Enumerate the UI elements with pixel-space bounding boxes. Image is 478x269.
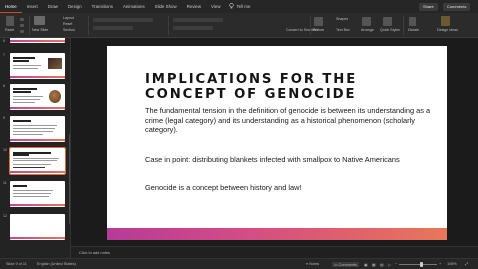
- slideshow-icon[interactable]: ▷: [388, 262, 391, 267]
- design-ideas-icon[interactable]: [441, 16, 450, 26]
- notes-toggle[interactable]: ≡ Notes: [306, 262, 319, 266]
- picture-label: Picture: [313, 28, 325, 32]
- comment-icon: ▭: [334, 263, 338, 267]
- thumbnail-slide-9[interactable]: 9: [0, 116, 70, 144]
- text-box-button[interactable]: Text Box: [336, 28, 350, 32]
- thumbnail-number: 12: [3, 214, 7, 218]
- arrange-icon[interactable]: [362, 17, 371, 26]
- picture-icon[interactable]: [314, 17, 323, 26]
- selected-thumbnail[interactable]: [9, 147, 66, 175]
- tell-me-label: Tell me: [236, 4, 251, 9]
- tab-animations[interactable]: Animations: [118, 0, 150, 13]
- dictate-icon[interactable]: [409, 17, 416, 26]
- zoom-slider[interactable]: [399, 264, 437, 265]
- thumbnail-number: 6: [3, 39, 5, 43]
- thumbnail-slide-7[interactable]: 7: [0, 53, 70, 81]
- slide-body-paragraph-3[interactable]: Genocide is a concept between history an…: [145, 183, 437, 193]
- layout-button[interactable]: Layout: [63, 16, 74, 20]
- quick-styles-icon[interactable]: [383, 17, 392, 26]
- slide-body-paragraph-2[interactable]: Case in point: distributing blankets inf…: [145, 155, 437, 165]
- thumbnail-slide-11[interactable]: 11: [0, 181, 70, 209]
- lightbulb-icon: [229, 3, 235, 10]
- reset-button[interactable]: Reset: [63, 22, 72, 26]
- slide-editor: IMPLICATIONS FOR THE CONCEPT OF GENOCIDE…: [71, 38, 478, 258]
- thumbnail-number: 7: [3, 53, 5, 57]
- thumbnail-slide-8[interactable]: 8: [0, 84, 70, 112]
- zoom-in-icon[interactable]: +: [439, 262, 441, 266]
- thumbnail-slide-10[interactable]: 10: [0, 147, 70, 176]
- status-bar: Slide 9 of 11 English (United States) ≡ …: [0, 258, 478, 269]
- design-ideas-label: Design Ideas: [437, 28, 458, 32]
- tab-slide-show[interactable]: Slide Show: [150, 0, 182, 13]
- tab-review[interactable]: Review: [182, 0, 206, 13]
- font-format-group[interactable]: [93, 26, 133, 30]
- copy-icon[interactable]: [20, 24, 24, 27]
- tab-design[interactable]: Design: [63, 0, 87, 13]
- font-name-select[interactable]: [93, 18, 153, 22]
- dictate-label: Dictate: [408, 28, 420, 32]
- slide-title[interactable]: IMPLICATIONS FOR THE CONCEPT OF GENOCIDE: [145, 72, 435, 102]
- tab-insert[interactable]: Insert: [22, 0, 43, 13]
- tab-view[interactable]: View: [206, 0, 225, 13]
- slide-accent-bar: [107, 228, 447, 240]
- slide-position: Slide 9 of 11: [6, 262, 27, 266]
- slide-body-paragraph-1[interactable]: The fundamental tension in the definitio…: [145, 106, 437, 135]
- zoom-slider-knob[interactable]: [420, 262, 423, 267]
- tab-draw[interactable]: Draw: [43, 0, 63, 13]
- section-button[interactable]: Section: [63, 28, 75, 32]
- reading-view-icon[interactable]: ▤: [380, 262, 384, 267]
- new-slide-label: New Slide: [32, 28, 49, 32]
- tab-home[interactable]: Home: [0, 0, 22, 13]
- arrange-label: Arrange: [361, 28, 374, 32]
- comments-toggle[interactable]: ▭ Comments: [332, 262, 360, 267]
- comments-button[interactable]: Comments: [443, 3, 471, 11]
- notes-icon: ≡: [306, 262, 309, 266]
- notes-pane[interactable]: Click to add notes: [71, 246, 478, 258]
- tell-me-search[interactable]: Tell me: [225, 3, 250, 10]
- notes-label: Notes: [309, 262, 320, 266]
- ribbon-toolbar: Paste New Slide Layout Reset Section Con…: [0, 13, 478, 38]
- slide-thumbnail-panel[interactable]: 6 7 8 9 10 11 12: [0, 38, 71, 258]
- quick-styles-label: Quick Styles: [380, 28, 400, 32]
- menu-tabs: Home Insert Draw Design Transitions Anim…: [0, 0, 478, 13]
- paragraph-align-group[interactable]: [173, 18, 223, 22]
- zoom-out-icon[interactable]: −: [395, 262, 397, 266]
- thumbnail-number: 11: [3, 181, 7, 185]
- slide-sorter-icon[interactable]: ▦: [372, 262, 376, 267]
- paste-label: Paste: [5, 28, 15, 32]
- cut-icon[interactable]: [20, 18, 24, 21]
- fit-slide-icon[interactable]: ⤢: [465, 262, 468, 266]
- thumbnail-number: 10: [3, 148, 7, 152]
- comments-label: Comments: [338, 263, 358, 267]
- shapes-button[interactable]: Shapes: [336, 17, 348, 21]
- thumbnail-number: 9: [3, 116, 5, 120]
- zoom-level[interactable]: 108%: [447, 262, 457, 266]
- thumbnail-slide-12[interactable]: 12: [0, 214, 70, 242]
- notes-placeholder: Click to add notes: [79, 250, 110, 255]
- share-button[interactable]: Share: [419, 3, 438, 11]
- paste-icon[interactable]: [6, 16, 14, 26]
- paragraph-list-group[interactable]: [173, 26, 213, 30]
- new-slide-icon[interactable]: [34, 16, 45, 25]
- tab-transitions[interactable]: Transitions: [87, 0, 118, 13]
- thumbnail-number: 8: [3, 84, 5, 88]
- format-painter-icon[interactable]: [20, 30, 24, 33]
- language-indicator[interactable]: English (United States): [37, 262, 76, 266]
- current-slide[interactable]: IMPLICATIONS FOR THE CONCEPT OF GENOCIDE…: [107, 46, 447, 240]
- normal-view-icon[interactable]: ▣: [364, 262, 368, 267]
